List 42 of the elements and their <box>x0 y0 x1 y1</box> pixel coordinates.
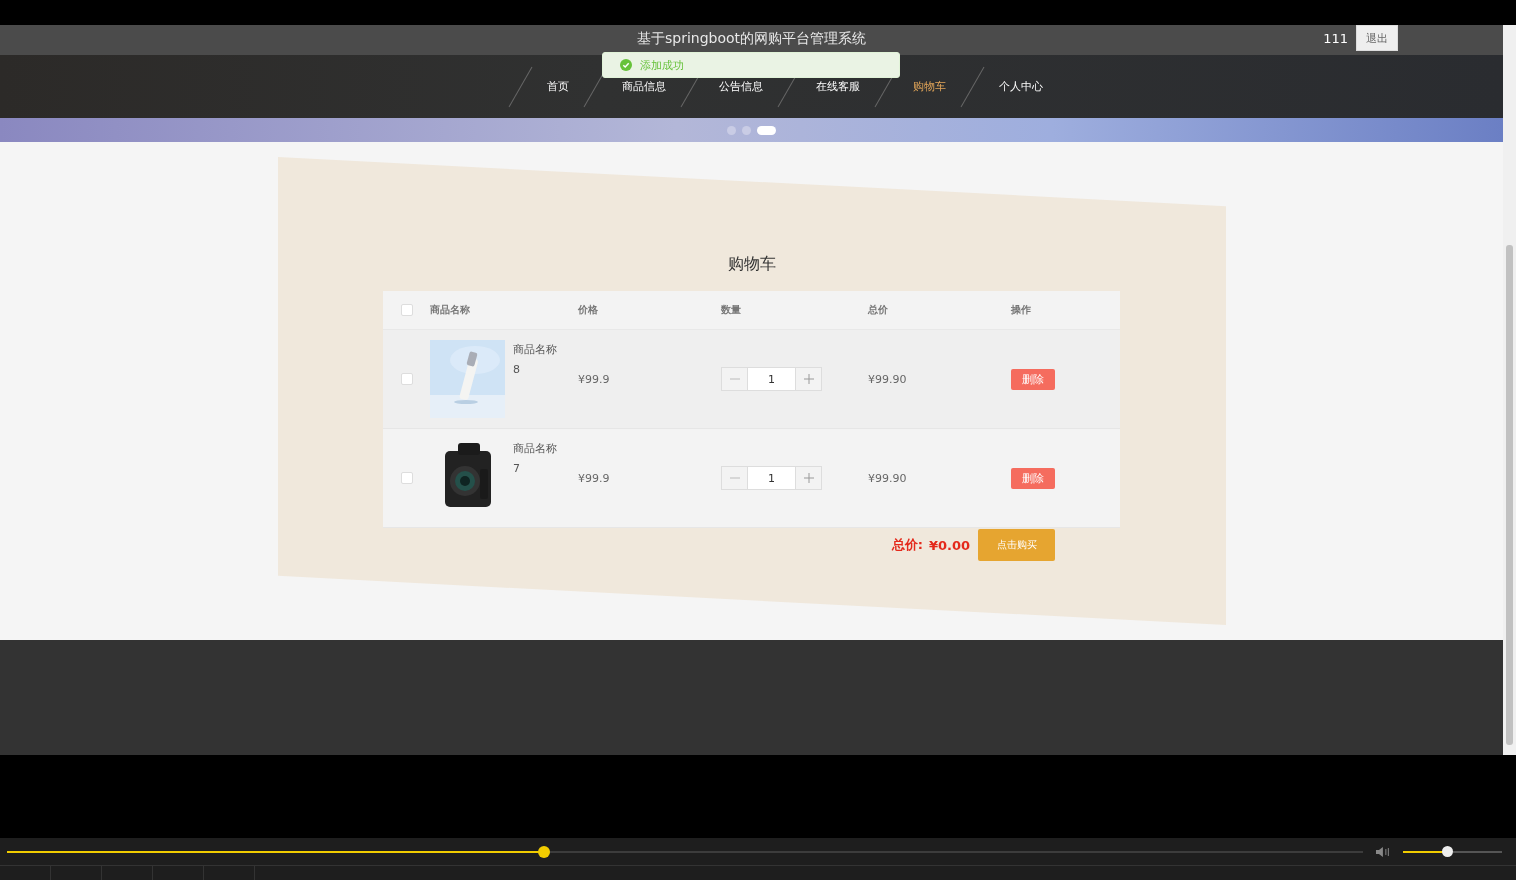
decrease-button[interactable] <box>722 467 747 489</box>
column-header: 数量 <box>721 304 741 315</box>
column-header: 操作 <box>1011 304 1031 315</box>
column-header: 商品名称 <box>430 304 470 315</box>
product-number: 7 <box>513 462 521 475</box>
row-total: ¥99.90 <box>867 471 907 485</box>
carousel-dot[interactable] <box>727 125 736 135</box>
column-header: 总价 <box>866 304 888 315</box>
nav-item[interactable]: 个人中心 <box>991 79 1051 94</box>
cart-title: 购物车 <box>726 254 777 275</box>
nav-item[interactable]: 首页 <box>539 79 577 94</box>
select-all-checkbox[interactable] <box>400 304 413 316</box>
logout-button[interactable]: 退出 <box>1356 25 1398 51</box>
toast-message: 添加成功 <box>640 57 684 73</box>
scrollbar[interactable] <box>1503 25 1516 755</box>
decrease-button[interactable] <box>722 368 747 390</box>
row-checkbox[interactable] <box>400 373 413 385</box>
product-name: 商品名称 <box>513 342 557 357</box>
username: 111 <box>1323 30 1348 46</box>
volume-handle[interactable] <box>1441 845 1453 857</box>
site-title: 基于springboot的网购平台管理系统 <box>636 29 867 48</box>
price: ¥99.9 <box>577 372 610 386</box>
nav-item[interactable]: 公告信息 <box>711 79 771 94</box>
progress-handle[interactable] <box>538 845 551 858</box>
speaker-icon[interactable] <box>1375 845 1392 858</box>
plus-icon <box>803 374 814 384</box>
nav-item[interactable]: 商品信息 <box>614 79 674 94</box>
plus-icon <box>803 473 814 483</box>
increase-button[interactable] <box>796 368 821 390</box>
row-total: ¥99.90 <box>867 372 907 386</box>
product-name: 商品名称 <box>513 441 557 456</box>
total-value: ¥0.00 <box>928 537 970 553</box>
price: ¥99.9 <box>577 471 610 485</box>
increase-button[interactable] <box>796 467 821 489</box>
total-label: 总价: <box>891 536 923 554</box>
row-checkbox[interactable] <box>400 472 413 484</box>
column-header: 价格 <box>577 304 598 315</box>
success-icon <box>620 59 632 71</box>
carousel-dot[interactable] <box>742 125 751 135</box>
nav-item[interactable]: 购物车 <box>905 79 954 94</box>
product-number: 8 <box>513 363 521 376</box>
nav-item[interactable]: 在线客服 <box>808 79 868 94</box>
